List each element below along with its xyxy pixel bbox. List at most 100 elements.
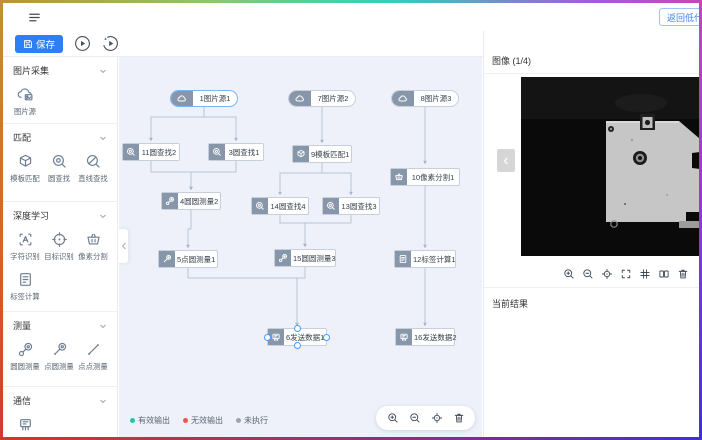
legend-item: 未执行 [236, 415, 268, 426]
collapse-sidebar-handle[interactable] [119, 228, 129, 264]
flow-node-label: 8图片源3 [414, 91, 458, 106]
compare-icon[interactable] [655, 265, 672, 282]
flow-node-label: 7图片源2 [311, 91, 355, 106]
sidebar-item-label: 标签计算 [10, 291, 39, 301]
sidebar-item-label: 模板匹配 [10, 173, 39, 183]
flow-node[interactable]: 1图片源1 [170, 90, 238, 107]
flow-node[interactable]: 13圆查找3 [322, 197, 380, 215]
zoom-in-icon[interactable] [560, 265, 577, 282]
chevron-left-icon [121, 242, 127, 250]
preview-tools [484, 260, 699, 288]
flow-node[interactable]: 5点圆测量1 [158, 250, 218, 268]
cloud-icon [392, 91, 414, 106]
circle-find-icon [209, 144, 225, 160]
sidebar-item-plc[interactable] [8, 416, 42, 433]
legend-item: 无效输出 [183, 415, 223, 426]
sidebar-section-header[interactable]: 图片采集 [3, 57, 117, 81]
run-button[interactable] [74, 35, 91, 52]
chevron-left-icon [503, 156, 509, 166]
flow-node[interactable]: 15圆圆测量3 [274, 249, 336, 267]
sidebar-section-title: 通信 [13, 394, 31, 407]
zoom-out-icon[interactable] [406, 410, 423, 427]
ocr-icon [17, 231, 34, 248]
zoom-in-icon[interactable] [384, 410, 401, 427]
sidebar-item-label: 图片源 [14, 106, 36, 116]
target-icon [51, 231, 68, 248]
sidebar: 图片采集图片源匹配模板匹配圆查找直线查找深度学习字符识别目标识别像素分割标签计算… [3, 57, 118, 437]
sidebar-item-measure-cc[interactable]: 圆圆测量 [8, 341, 42, 372]
flow-node[interactable]: 9模板匹配1 [292, 145, 352, 163]
preview-viewport [484, 74, 699, 260]
sidebar-item-ocr[interactable]: 字符识别 [8, 231, 42, 262]
grid-icon[interactable] [636, 265, 653, 282]
flow-node[interactable]: 10像素分割1 [390, 168, 460, 186]
preview-image[interactable] [521, 77, 699, 256]
measure-cc-icon [162, 193, 178, 209]
sidebar-item-line-find[interactable]: 直线查找 [76, 153, 110, 184]
sidebar-item-label: 像素分割 [78, 251, 107, 261]
sidebar-item-label: 点圆测量 [44, 361, 73, 371]
sidebar-section-header[interactable]: 匹配 [3, 124, 117, 148]
sidebar-section: 图片采集图片源 [3, 57, 117, 124]
flow-node[interactable]: 3圆查找1 [208, 143, 264, 161]
menu-icon[interactable] [27, 10, 42, 25]
flow-node[interactable]: 12标签计算1 [394, 250, 456, 268]
sidebar-item-label: 点点测量 [78, 361, 107, 371]
node-handle[interactable] [294, 342, 301, 349]
right-panel: 图像 (1/4) [483, 31, 699, 437]
flow-canvas[interactable]: 有效输出无效输出未执行 1图片源17图片源28图片源311圆查找23圆查找19模… [119, 57, 482, 437]
back-to-lowcode-button[interactable]: 返回低代码 [659, 8, 699, 26]
locate-icon[interactable] [598, 265, 615, 282]
flow-node[interactable]: 14圆查找4 [251, 197, 309, 215]
header: 返回低代码 [3, 3, 699, 32]
sidebar-item-segment[interactable]: 像素分割 [76, 231, 110, 262]
sidebar-item-label: 圆查找 [48, 173, 70, 183]
sidebar-section-title: 图片采集 [13, 64, 49, 77]
sidebar-item-cloud-image[interactable]: 图片源 [8, 86, 42, 117]
sidebar-item-circle-find[interactable]: 圆查找 [42, 153, 76, 184]
flow-node-label: 3圆查找1 [225, 144, 263, 160]
flow-node-label: 5点圆测量1 [175, 251, 217, 267]
flow-edges [119, 57, 482, 437]
sidebar-section-header[interactable]: 深度学习 [3, 202, 117, 226]
flow-node[interactable]: 7图片源2 [288, 90, 356, 107]
measure-cc-icon [17, 341, 34, 358]
measure-pc-icon [159, 251, 175, 267]
node-handle[interactable] [264, 334, 271, 341]
measure-pp-icon [85, 341, 102, 358]
flow-node-label: 14圆查找4 [268, 198, 308, 214]
trash-icon[interactable] [450, 410, 467, 427]
send-icon [396, 329, 412, 345]
trash-icon[interactable] [674, 265, 691, 282]
sidebar-item-cube[interactable]: 模板匹配 [8, 153, 42, 184]
save-button[interactable]: 保存 [15, 35, 63, 53]
sidebar-item-measure-pc[interactable]: 点圆测量 [42, 341, 76, 372]
locate-icon[interactable] [428, 410, 445, 427]
run-once-button[interactable] [102, 35, 119, 52]
flow-node-label: 10像素分割1 [407, 169, 459, 185]
sidebar-item-measure-pp[interactable]: 点点测量 [76, 341, 110, 372]
flow-node[interactable]: 16发送数据2 [395, 328, 455, 346]
flow-node[interactable]: 6发送数据1 [267, 328, 327, 346]
sidebar-section-header[interactable]: 通信 [3, 387, 117, 411]
sidebar-section-title: 测量 [13, 319, 31, 332]
segment-icon [85, 231, 102, 248]
sidebar-section-header[interactable]: 测量 [3, 312, 117, 336]
sidebar-item-target[interactable]: 目标识别 [42, 231, 76, 262]
chevron-down-icon [99, 67, 107, 75]
zoom-out-icon[interactable] [579, 265, 596, 282]
previous-image-button[interactable] [497, 149, 515, 172]
sidebar-item-label-calc[interactable]: 标签计算 [8, 271, 42, 302]
node-handle[interactable] [294, 325, 301, 332]
segment-icon [391, 169, 407, 185]
flow-node[interactable]: 8图片源3 [391, 90, 459, 107]
flow-node[interactable]: 11圆查找2 [122, 143, 180, 161]
node-handle[interactable] [323, 334, 330, 341]
flow-node-label: 9模板匹配1 [309, 146, 351, 162]
flow-node-label: 1图片源1 [193, 91, 237, 106]
preview-header: 图像 (1/4) [484, 31, 699, 74]
toolbar: 保存 [3, 31, 483, 57]
circle-find-icon [252, 198, 268, 214]
fullscreen-icon[interactable] [617, 265, 634, 282]
flow-node[interactable]: 4圆圆测量2 [161, 192, 221, 210]
